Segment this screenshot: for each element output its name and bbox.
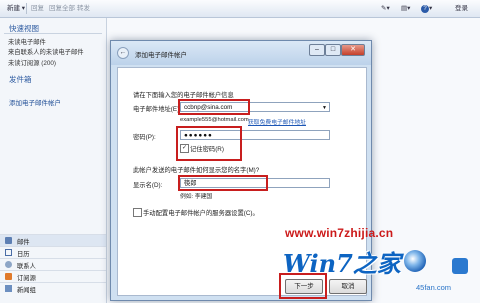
- display-name-question: 此帐户发送的电子邮件如何显示您的名字(M)?: [133, 167, 260, 174]
- display-name-highlight-box: [178, 175, 268, 191]
- email-label: 电子邮件地址(E):: [133, 106, 181, 113]
- password-label: 密码(P):: [133, 134, 156, 141]
- dialog-title: 添加电子邮件帐户: [135, 52, 187, 59]
- rss-icon: [5, 273, 12, 280]
- quick-item-unread-email[interactable]: 未读电子邮件: [8, 37, 46, 46]
- newsgroup-icon: [5, 285, 12, 292]
- pen-icon[interactable]: ✎▾: [378, 3, 393, 14]
- quick-item-unread-contacts[interactable]: 来自联系人的未读电子邮件: [8, 47, 84, 56]
- watermark-logo: Win7之家: [283, 249, 401, 278]
- cancel-button[interactable]: 取消: [329, 279, 367, 294]
- new-button-label: 新建: [7, 5, 20, 12]
- nav-contacts[interactable]: 联系人: [0, 258, 106, 270]
- email-highlight-box: [178, 99, 250, 115]
- calendar-icon[interactable]: ▤▾: [398, 3, 413, 14]
- nav-feeds[interactable]: 订阅源: [0, 270, 106, 282]
- reply-button[interactable]: 回复: [28, 3, 47, 14]
- minimize-button[interactable]: –: [309, 44, 325, 56]
- divider: [4, 33, 102, 34]
- display-name-example: 例如: 李建国: [180, 194, 213, 200]
- email-example: example555@hotmail.com: [180, 117, 249, 123]
- outbox-title[interactable]: 发件箱: [9, 74, 32, 85]
- dropdown-arrow-icon[interactable]: ▼: [322, 103, 327, 113]
- nav-newsgroups[interactable]: 新闻组: [0, 282, 106, 294]
- add-email-account-link[interactable]: 添加电子邮件帐户: [9, 97, 61, 107]
- calendar-icon: [5, 249, 12, 256]
- display-name-label: 显示名(D):: [133, 182, 163, 189]
- nav-newsgroups-label: 新闻组: [17, 287, 36, 294]
- forward-button[interactable]: 转发: [74, 3, 93, 14]
- manual-config-label: 手动配置电子邮件帐户的服务器设置(C)。: [143, 210, 259, 217]
- contacts-icon: [5, 261, 12, 268]
- nav-calendar-label: 日历: [17, 251, 30, 258]
- nav-mail-label: 邮件: [17, 239, 30, 246]
- nav-feeds-label: 订阅源: [17, 275, 36, 282]
- quick-item-unread-feeds[interactable]: 未读订阅源 (200): [8, 58, 56, 67]
- toolbar: 新建 ▾ 回复 回复全部 转发 ✎▾ ▤▾ ? ▾ 登录: [0, 0, 480, 18]
- help-icon[interactable]: ? ▾: [418, 3, 435, 14]
- house-icon: [452, 258, 468, 274]
- free-account-link[interactable]: 获取免费电子邮件地址: [248, 117, 306, 126]
- windows-orb-icon: [404, 250, 426, 272]
- nav-mail[interactable]: 邮件: [0, 234, 106, 246]
- toolbar-separator: [26, 3, 27, 14]
- dialog-titlebar: ← 添加电子邮件帐户 – □ ✕: [111, 41, 371, 65]
- password-highlight-box: [176, 126, 242, 161]
- watermark-subsite: 45fan.com: [416, 283, 452, 292]
- close-button[interactable]: ✕: [341, 44, 365, 56]
- nav-calendar[interactable]: 日历: [0, 246, 106, 258]
- manual-config-checkbox[interactable]: [133, 208, 142, 217]
- intro-text: 请在下面输入您的电子邮件帐户信息: [133, 92, 234, 99]
- maximize-button[interactable]: □: [325, 44, 341, 56]
- login-button[interactable]: 登录: [452, 3, 471, 14]
- nav-contacts-label: 联系人: [17, 263, 36, 270]
- new-button[interactable]: 新建 ▾: [4, 3, 28, 14]
- back-arrow-icon[interactable]: ←: [117, 47, 129, 59]
- sidebar: 快速视图 未读电子邮件 来自联系人的未读电子邮件 未读订阅源 (200) 发件箱…: [0, 18, 107, 303]
- watermark-url: www.win7zhijia.cn: [285, 226, 394, 240]
- mail-icon: [5, 237, 12, 244]
